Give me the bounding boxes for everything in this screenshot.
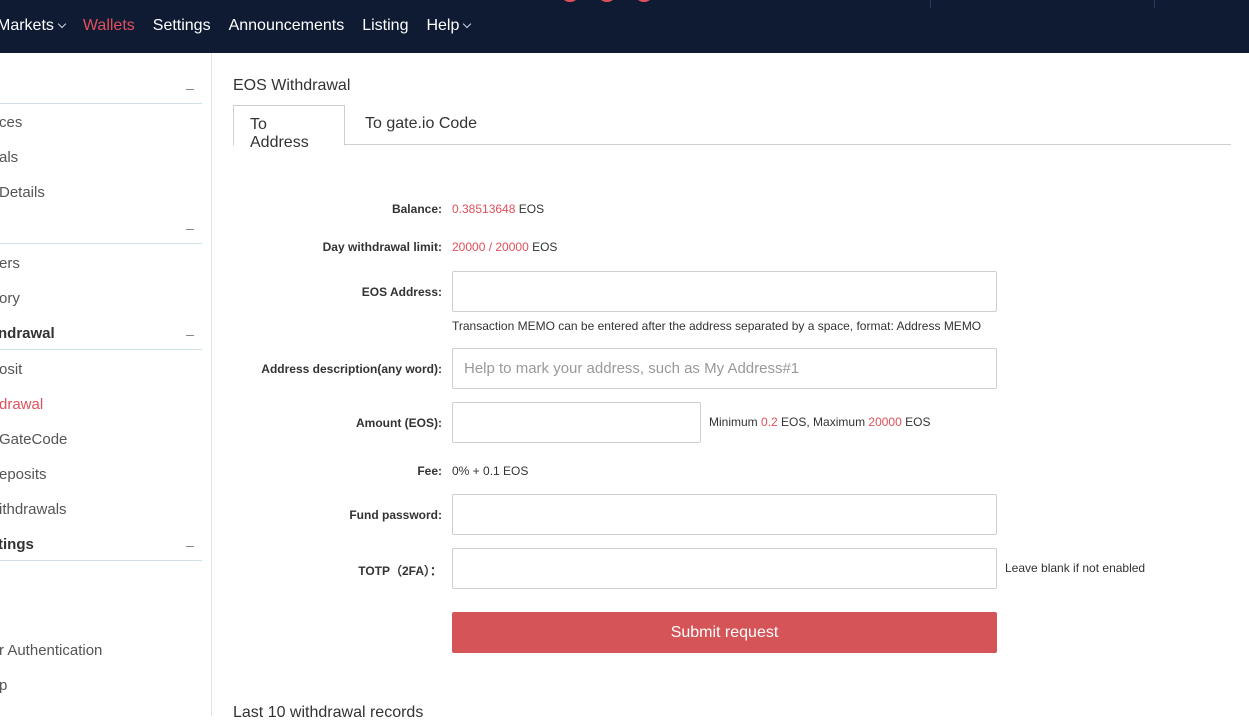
balance-value: 0.38513648 (452, 202, 516, 216)
sidebar-item-active[interactable]: drawal (0, 396, 43, 413)
logo-dot (634, 0, 654, 2)
totp-input[interactable] (452, 548, 997, 589)
chevron-down-icon (57, 19, 67, 29)
amount-input[interactable] (452, 402, 701, 443)
max-unit: EOS (905, 415, 931, 429)
chevron-down-icon (463, 19, 472, 29)
nav-listing-label: Listing (362, 17, 409, 34)
sidebar-item[interactable]: ithdrawals (0, 501, 67, 518)
balance-unit: EOS (518, 202, 545, 216)
sidebar-section-title: ndrawal (0, 325, 55, 342)
nav-markets-label: Markets (0, 17, 54, 34)
nav-wallets-label: Wallets (82, 17, 135, 34)
sidebar-item[interactable]: r Authentication (0, 642, 102, 659)
limit-label: Day withdrawal limit: (322, 240, 442, 254)
memo-hint: Transaction MEMO can be entered after th… (452, 319, 982, 333)
submit-request-button[interactable]: Submit request (452, 612, 997, 653)
totp-label: TOTP（2FA）： (358, 564, 442, 578)
sidebar-item[interactable]: ory (0, 290, 20, 307)
sidebar-section-title: tings (0, 536, 34, 553)
sidebar-item[interactable]: p (0, 677, 7, 694)
records-title: Last 10 withdrawal records (233, 704, 424, 721)
fund-password-label: Fund password: (349, 508, 442, 522)
nav-listing[interactable]: Listing (362, 17, 408, 35)
address-label: EOS Address: (361, 285, 442, 299)
balance-value-row: 0.38513648 EOS (452, 202, 544, 216)
nav-help-label: Help (426, 17, 460, 34)
logo-dot (560, 0, 580, 2)
fee-label: Fee: (417, 464, 442, 478)
description-input[interactable]: Help to mark your address, such as My Ad… (452, 348, 997, 389)
sidebar-item[interactable]: osit (0, 361, 22, 378)
main-nav: Markets Wallets Settings Announcements L… (0, 17, 488, 35)
amount-range-hint: Minimum 0.2 EOS, Maximum 20000 EOS (709, 415, 930, 429)
tab-to-address[interactable]: To Address (233, 105, 345, 151)
max-value: 20000 (868, 415, 902, 429)
sidebar-section-header[interactable]: tings (0, 532, 202, 561)
sidebar-section-header[interactable] (0, 75, 202, 104)
sidebar-section-header[interactable]: ndrawal (0, 321, 202, 350)
description-label: Address description(any word): (261, 362, 442, 376)
sidebar: ces als Details ers ory ndrawal osit dra… (0, 53, 212, 716)
sidebar-item[interactable]: Details (0, 184, 45, 201)
totp-hint: Leave blank if not enabled (1005, 561, 1146, 575)
collapse-icon[interactable] (186, 335, 194, 336)
header-divider (1154, 0, 1155, 8)
sidebar-item[interactable]: ers (0, 255, 20, 272)
nav-settings-label: Settings (152, 17, 211, 34)
nav-help[interactable]: Help (426, 17, 472, 35)
sidebar-item[interactable]: als (0, 149, 18, 166)
balance-label: Balance: (391, 202, 442, 216)
min-unit: EOS, Maximum (781, 415, 866, 429)
sidebar-section-header[interactable] (0, 215, 202, 244)
collapse-icon[interactable] (186, 546, 194, 547)
collapse-icon[interactable] (186, 229, 194, 230)
tab-bar: To Address To gate.io Code (233, 105, 1231, 151)
fee-value: 0% + 0.1 EOS (452, 464, 529, 478)
sidebar-item[interactable]: GateCode (0, 431, 67, 448)
nav-announcements[interactable]: Announcements (229, 17, 345, 35)
address-input[interactable] (452, 271, 997, 312)
header-divider (930, 0, 931, 8)
page-title: EOS Withdrawal (233, 77, 351, 94)
limit-unit: EOS (532, 240, 558, 254)
nav-wallets[interactable]: Wallets (83, 17, 135, 35)
tab-to-gateio-code[interactable]: To gate.io Code (349, 105, 493, 145)
min-value: 0.2 (761, 415, 778, 429)
collapse-icon[interactable] (186, 89, 194, 90)
nav-settings[interactable]: Settings (153, 17, 211, 35)
logo-dots (560, 0, 671, 2)
logo-dot (597, 0, 617, 2)
min-prefix: Minimum (709, 415, 758, 429)
top-navbar: Markets Wallets Settings Announcements L… (0, 0, 1249, 53)
nav-announcements-label: Announcements (228, 17, 345, 34)
nav-markets[interactable]: Markets (0, 17, 67, 35)
sidebar-item[interactable]: eposits (0, 466, 47, 483)
limit-value: 20000 / 20000 (452, 240, 529, 254)
limit-value-row: 20000 / 20000 EOS (452, 240, 557, 254)
fund-password-input[interactable] (452, 494, 997, 535)
amount-label: Amount (EOS): (356, 416, 442, 430)
sidebar-item[interactable]: ces (0, 114, 22, 131)
